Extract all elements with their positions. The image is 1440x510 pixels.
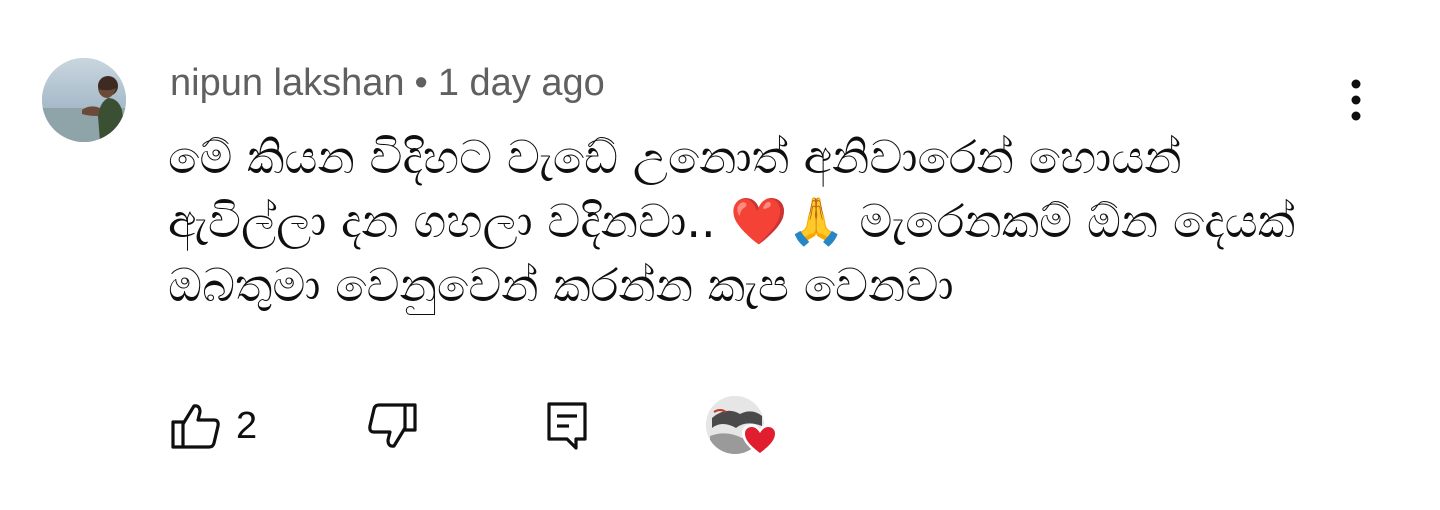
author-name[interactable]: nipun lakshan (170, 62, 405, 105)
reply-button[interactable] (546, 396, 588, 456)
creator-heart-badge (706, 396, 782, 460)
comment-text: මේ කියන විදිහට වැඩේ උනොත් අනිවාරෙන් හොයන… (168, 130, 1296, 312)
comment-thread: nipun lakshan • 1 day ago මේ කියන විදිහට… (0, 0, 1440, 510)
like-count: 2 (236, 404, 258, 447)
dislike-button[interactable] (366, 396, 418, 456)
reply-comment-icon (547, 402, 587, 450)
more-vert-icon (1351, 79, 1361, 121)
thumb-up-icon (171, 404, 220, 449)
header-separator: • (414, 61, 428, 104)
like-button[interactable]: 2 (170, 396, 257, 456)
author-avatar[interactable] (42, 58, 126, 142)
creator-heart-icon (742, 424, 778, 458)
comment-timestamp[interactable]: 1 day ago (438, 62, 605, 105)
avatar-image (42, 58, 126, 142)
comment-menu-button[interactable] (1336, 76, 1376, 124)
thumb-down-icon (368, 403, 417, 448)
comment-header: nipun lakshan • 1 day ago (170, 58, 605, 108)
